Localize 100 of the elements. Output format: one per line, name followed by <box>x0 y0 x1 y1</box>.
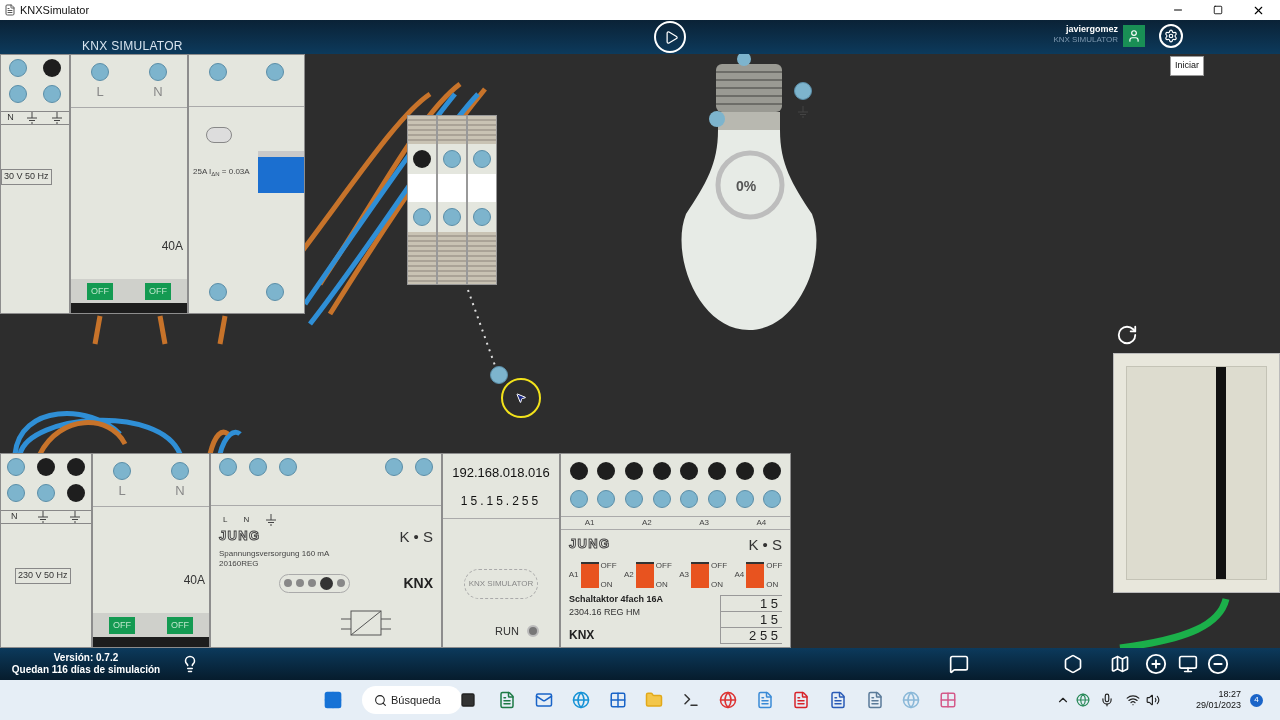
globe-icon[interactable] <box>1076 693 1090 707</box>
on-label: ON <box>655 579 669 589</box>
address-digits: 2 5 5 <box>721 627 782 644</box>
user-icon[interactable] <box>1123 25 1145 47</box>
task-view-icon[interactable] <box>460 692 476 708</box>
chat-icon[interactable] <box>949 654 969 674</box>
screw-terminal[interactable] <box>735 462 754 480</box>
label-window <box>468 174 496 202</box>
mail-icon[interactable] <box>535 691 553 709</box>
knx-logo: KNX <box>569 626 596 644</box>
screw-terminal[interactable] <box>37 458 55 476</box>
microphone-icon[interactable] <box>1100 693 1114 707</box>
screw-terminal[interactable] <box>794 82 812 100</box>
brand-logo: JUNG <box>219 527 261 545</box>
product-model: 2304.16 REG HM <box>569 606 642 619</box>
refresh-icon[interactable] <box>1116 324 1138 346</box>
output-label: A1 <box>584 517 595 529</box>
ribbed-cover <box>408 232 436 284</box>
channel-switch[interactable] <box>691 561 709 588</box>
spreadsheet-icon[interactable] <box>498 691 516 709</box>
monitor-icon[interactable] <box>1178 654 1198 674</box>
app-icon <box>4 4 16 16</box>
volume-icon[interactable] <box>1146 693 1160 707</box>
channel-switch[interactable] <box>635 561 654 588</box>
terminal-label: N <box>7 111 14 125</box>
word-icon[interactable] <box>829 691 847 709</box>
product-name: Spannungsversorgung 160 mA <box>218 548 331 559</box>
ribbed-cover <box>408 116 436 144</box>
browser-icon[interactable] <box>572 691 590 709</box>
app-logo: KNX SIMULATOR <box>82 38 183 55</box>
screw-terminal[interactable] <box>597 462 616 480</box>
off-toggle[interactable]: OFF <box>145 282 171 300</box>
ip-address: 192.168.018.016 <box>452 464 550 482</box>
knx-logo: KNX <box>403 573 433 593</box>
pdf-icon[interactable] <box>792 691 810 709</box>
screw-terminal[interactable] <box>652 462 671 480</box>
rcd-switch[interactable] <box>258 151 304 193</box>
terminal-label: L <box>223 514 228 526</box>
screw-terminal[interactable] <box>490 366 508 384</box>
settings-icon[interactable] <box>1159 24 1183 48</box>
store-icon[interactable] <box>609 691 627 709</box>
hexagon-icon[interactable] <box>1063 654 1083 674</box>
screw-terminal[interactable] <box>625 462 644 480</box>
cursor-icon <box>515 392 527 404</box>
terminal-label: L <box>96 85 104 98</box>
off-label: OFF <box>600 560 617 570</box>
maker-label: K • S <box>399 527 433 547</box>
zoom-in-icon[interactable] <box>1145 653 1167 675</box>
output-label: A2 <box>641 517 652 529</box>
on-label: ON <box>600 579 614 589</box>
screw-terminal[interactable] <box>707 462 726 480</box>
product-model: 20160REG <box>218 558 260 569</box>
channel-label: A2 <box>623 568 634 581</box>
notification-badge[interactable]: 4 <box>1250 693 1263 707</box>
ribbed-cover <box>468 116 496 144</box>
wiring-diagram-drawing <box>341 609 391 639</box>
user-name: javiergomez <box>1065 24 1118 36</box>
map-icon[interactable] <box>1110 654 1130 674</box>
screw-terminal[interactable] <box>413 150 431 168</box>
off-toggle[interactable]: OFF <box>167 616 193 634</box>
wall-switch[interactable] <box>1113 353 1280 593</box>
ribbed-cover <box>438 232 466 284</box>
terminal-label: L <box>118 484 126 497</box>
screw-terminal[interactable] <box>569 462 588 480</box>
brand-logo: JUNG <box>569 535 611 553</box>
browser-icon[interactable] <box>719 691 737 709</box>
screw-terminal[interactable] <box>680 462 699 480</box>
terminal-label: N <box>243 514 250 526</box>
channel-switch[interactable] <box>746 561 765 588</box>
product-name: Schaltaktor 4fach 16A <box>569 592 665 606</box>
ribbed-cover <box>438 116 466 144</box>
brightness-reading: 0% <box>736 177 757 196</box>
start-icon[interactable] <box>323 690 343 710</box>
play-icon <box>663 29 679 45</box>
document-icon[interactable] <box>756 691 774 709</box>
rating-label: 40A <box>161 238 184 255</box>
test-button[interactable] <box>206 127 232 143</box>
zoom-out-icon[interactable] <box>1207 653 1229 675</box>
ground-icon <box>50 112 63 124</box>
screw-terminal[interactable] <box>763 462 782 480</box>
terminal-label: N <box>175 484 185 497</box>
voltage-label: 230 V 50 Hz <box>15 568 71 584</box>
search-icon <box>374 693 387 707</box>
screw-terminal[interactable] <box>67 458 85 476</box>
off-toggle[interactable]: OFF <box>109 616 135 634</box>
channel-switch[interactable] <box>580 561 599 588</box>
remaining-days: Quedan 116 días de simulación <box>11 664 161 677</box>
ground-icon <box>69 511 82 523</box>
wifi-icon[interactable] <box>1126 693 1140 707</box>
version-label: Versión: 0.7.2 <box>53 651 119 664</box>
search-field[interactable]: Búsqueda <box>362 686 462 714</box>
maximize-icon[interactable] <box>1213 5 1223 15</box>
screw-terminal[interactable] <box>43 59 61 77</box>
screw-terminal[interactable] <box>67 484 85 502</box>
off-toggle[interactable]: OFF <box>87 282 113 300</box>
address-digits: 1 5 <box>721 611 782 628</box>
maker-label: K • S <box>748 535 782 555</box>
rating-label: 40A <box>183 572 206 589</box>
app-icon[interactable] <box>866 691 884 709</box>
terminal-icon[interactable] <box>682 691 700 709</box>
